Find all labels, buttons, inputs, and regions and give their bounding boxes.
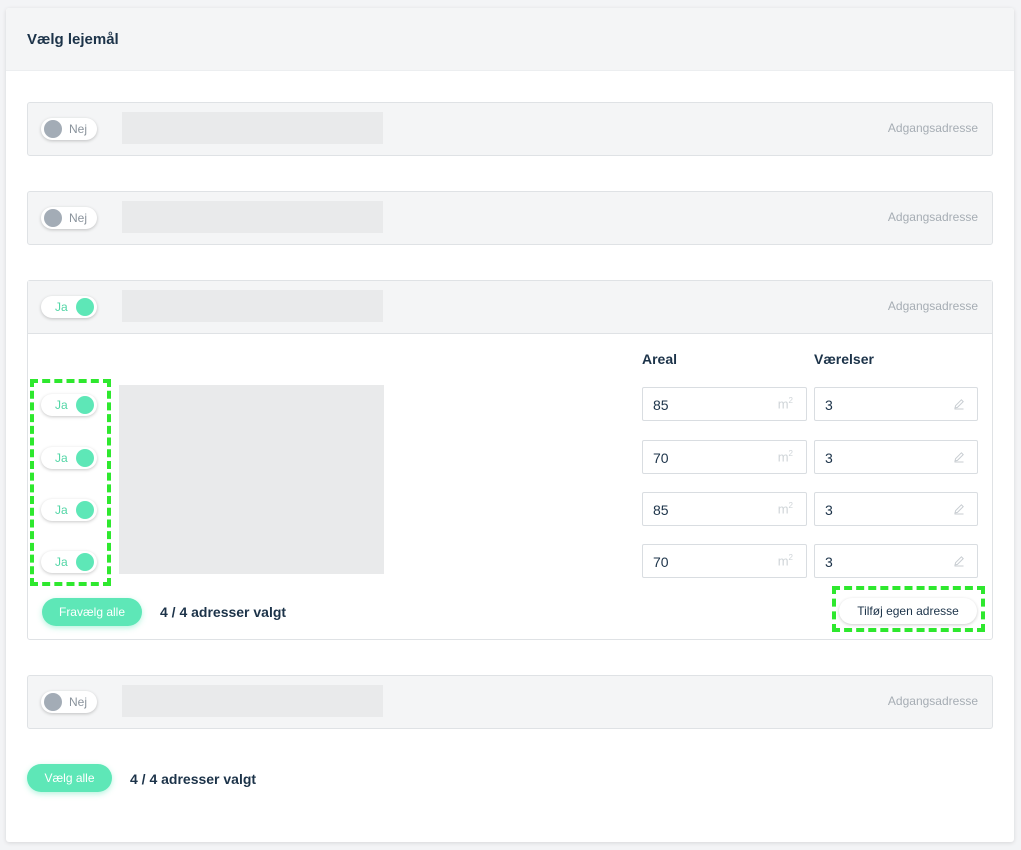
toggle-label: Nej — [69, 695, 88, 709]
area-value: 70 — [653, 450, 669, 466]
toggle-label: Ja — [55, 555, 68, 569]
toggle-knob — [44, 120, 62, 138]
address-placeholder — [122, 685, 383, 717]
pencil-icon — [954, 504, 964, 515]
unit-toggle-1[interactable]: Ja — [41, 394, 97, 416]
toggle-label: Ja — [55, 451, 68, 465]
address-placeholder — [122, 290, 383, 322]
rooms-column-header: Værelser — [814, 351, 874, 367]
unit-toggle-2[interactable]: Ja — [41, 447, 97, 469]
rooms-value: 3 — [825, 450, 833, 466]
add-own-address-button[interactable]: Tilføj egen adresse — [839, 598, 977, 624]
rooms-value: 3 — [825, 502, 833, 518]
select-all-button[interactable]: Vælg alle — [27, 764, 112, 792]
address-row-1: Nej Adgangsadresse — [27, 102, 993, 156]
toggle-knob — [76, 298, 94, 316]
toggle-label: Ja — [55, 503, 68, 517]
area-input-4[interactable]: 70 m2 — [642, 544, 807, 578]
access-address-label: Adgangsadresse — [887, 299, 978, 313]
address-toggle-3[interactable]: Ja — [41, 296, 97, 318]
address-toggle-4[interactable]: Nej — [41, 691, 97, 713]
area-input-3[interactable]: 85 m2 — [642, 492, 807, 526]
footer-selected-count: 4 / 4 adresser valgt — [130, 771, 257, 787]
page-title: Vælg lejemål — [27, 31, 119, 48]
address-row-4: Nej Adgangsadresse — [27, 675, 993, 729]
unit-list: Areal Værelser Ja 85 m2 3 Ja 70 m2 3 Ja … — [28, 334, 992, 639]
address-toggle-2[interactable]: Nej — [41, 207, 97, 229]
toggle-knob — [76, 501, 94, 519]
area-value: 85 — [653, 397, 669, 413]
unit-toggle-4[interactable]: Ja — [41, 551, 97, 573]
square-meter-unit: m2 — [777, 553, 793, 569]
panel-header: Vælg lejemål — [6, 8, 1014, 71]
area-column-header: Areal — [642, 351, 678, 367]
square-meter-unit: m2 — [777, 501, 793, 517]
toggle-label: Nej — [69, 211, 88, 225]
area-input-2[interactable]: 70 m2 — [642, 440, 807, 474]
rooms-input-3[interactable]: 3 — [814, 492, 978, 526]
rooms-input-1[interactable]: 3 — [814, 387, 978, 421]
square-meter-unit: m2 — [777, 449, 793, 465]
area-value: 85 — [653, 502, 669, 518]
unit-address-placeholder — [119, 385, 384, 574]
pencil-icon — [954, 452, 964, 463]
area-input-1[interactable]: 85 m2 — [642, 387, 807, 421]
toggle-knob — [44, 209, 62, 227]
toggle-knob — [76, 553, 94, 571]
toggle-knob — [76, 396, 94, 414]
access-address-label: Adgangsadresse — [887, 121, 978, 135]
pencil-icon — [954, 556, 964, 567]
square-meter-unit: m2 — [777, 396, 793, 412]
toggle-knob — [76, 449, 94, 467]
selected-count: 4 / 4 adresser valgt — [160, 604, 287, 620]
toggle-label: Ja — [55, 398, 68, 412]
address-toggle-1[interactable]: Nej — [41, 118, 97, 140]
toggle-label: Nej — [69, 122, 88, 136]
address-row-2: Nej Adgangsadresse — [27, 191, 993, 245]
rooms-input-4[interactable]: 3 — [814, 544, 978, 578]
rooms-value: 3 — [825, 554, 833, 570]
unit-toggle-3[interactable]: Ja — [41, 499, 97, 521]
toggle-label: Ja — [55, 300, 68, 314]
pencil-icon — [954, 399, 964, 410]
address-placeholder — [122, 201, 383, 233]
access-address-label: Adgangsadresse — [887, 694, 978, 708]
select-lease-panel: Vælg lejemål Nej Adgangsadresse Nej Adga… — [6, 8, 1014, 842]
address-placeholder — [122, 112, 383, 144]
rooms-value: 3 — [825, 397, 833, 413]
deselect-all-button[interactable]: Fravælg alle — [42, 598, 142, 626]
access-address-label: Adgangsadresse — [887, 210, 978, 224]
toggle-knob — [44, 693, 62, 711]
address-row-3-expanded: Ja Adgangsadresse Areal Værelser Ja 85 m… — [27, 280, 993, 640]
area-value: 70 — [653, 554, 669, 570]
rooms-input-2[interactable]: 3 — [814, 440, 978, 474]
